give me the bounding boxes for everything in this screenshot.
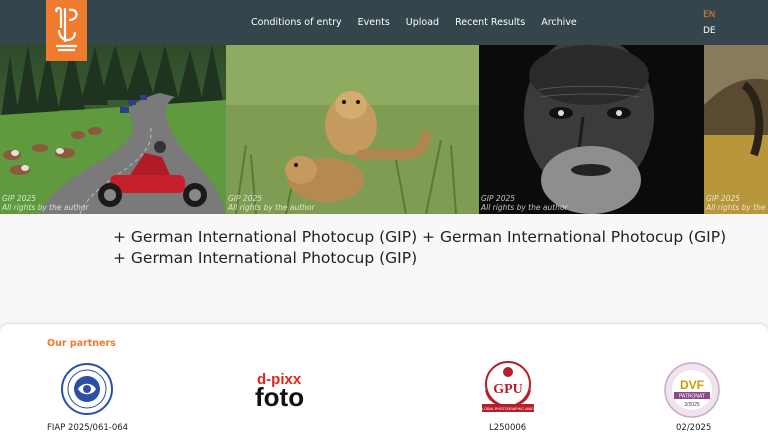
- nav-upload[interactable]: Upload: [398, 17, 447, 28]
- svg-text:foto: foto: [255, 382, 304, 410]
- nav-archive[interactable]: Archive: [533, 17, 585, 28]
- header-bar: Conditions of entry Events Upload Recent…: [0, 0, 768, 61]
- site-logo[interactable]: [46, 0, 87, 61]
- hero-photo-squirrels[interactable]: GIP 2025 All rights by the author: [226, 45, 479, 214]
- partners-section: Our partners FIAP 2025/061-064 d-pixx fo…: [0, 323, 768, 432]
- hero-photo-motorcycles[interactable]: GIP 2025 All rights by the author: [0, 45, 226, 214]
- partner-fiap[interactable]: [60, 362, 114, 420]
- squirrels-image: [226, 45, 479, 214]
- svg-text:2/2025: 2/2025: [684, 402, 700, 408]
- language-en-link[interactable]: EN: [703, 10, 715, 20]
- dvf-logo-icon: DVF PATRONAT 2/2025: [664, 362, 720, 418]
- language-de-link[interactable]: DE: [703, 26, 716, 36]
- gpu-logo-icon: GPU GLOBAL PHOTOGRAPHIC UNION: [480, 361, 537, 412]
- svg-text:PATRONAT: PATRONAT: [679, 394, 705, 400]
- photo-1-caption: GIP 2025 All rights by the author: [2, 194, 89, 212]
- hero-photo-portrait[interactable]: GIP 2025 All rights by the author: [479, 45, 704, 214]
- nav-recent-results[interactable]: Recent Results: [447, 17, 533, 28]
- svg-text:GLOBAL PHOTOGRAPHIC UNION: GLOBAL PHOTOGRAPHIC UNION: [480, 407, 537, 411]
- photo-3-caption: GIP 2025 All rights by the author: [481, 194, 568, 212]
- hero-photo-landscape[interactable]: GIP 2025 All rights by the author: [704, 45, 768, 214]
- motorcycle-road-image: [0, 45, 226, 214]
- nav-conditions-of-entry[interactable]: Conditions of entry: [243, 17, 350, 28]
- ticker-section: + German International Photocup (GIP) + …: [0, 214, 768, 324]
- partners-title: Our partners: [47, 338, 116, 349]
- partner-fiap-label: FIAP 2025/061-064: [47, 423, 129, 432]
- main-nav: Conditions of entry Events Upload Recent…: [243, 0, 585, 45]
- dpixx-foto-logo-icon: d-pixx foto: [254, 370, 340, 412]
- svg-text:DVF: DVF: [680, 378, 704, 392]
- photo-2-caption: GIP 2025 All rights by the author: [228, 194, 315, 212]
- portrait-image: [479, 45, 704, 214]
- svg-text:GPU: GPU: [493, 382, 523, 397]
- ticker-text: + German International Photocup (GIP) + …: [113, 228, 727, 267]
- gip-logo-icon: [55, 6, 78, 52]
- nav-events[interactable]: Events: [350, 17, 398, 28]
- landscape-image: [704, 45, 768, 214]
- partner-dpixx[interactable]: d-pixx foto: [254, 370, 340, 414]
- partner-gpu[interactable]: GPU GLOBAL PHOTOGRAPHIC UNION: [478, 360, 538, 422]
- photo-4-caption: GIP 2025 All rights by the author: [706, 194, 768, 212]
- partner-dvf-label: 02/2025: [676, 423, 712, 432]
- partner-dvf[interactable]: DVF PATRONAT 2/2025: [664, 362, 720, 422]
- hero-photo-strip: GIP 2025 All rights by the author GIP 20…: [0, 45, 768, 214]
- fiap-logo-icon: [61, 363, 113, 415]
- partner-gpu-label: L250006: [489, 423, 527, 432]
